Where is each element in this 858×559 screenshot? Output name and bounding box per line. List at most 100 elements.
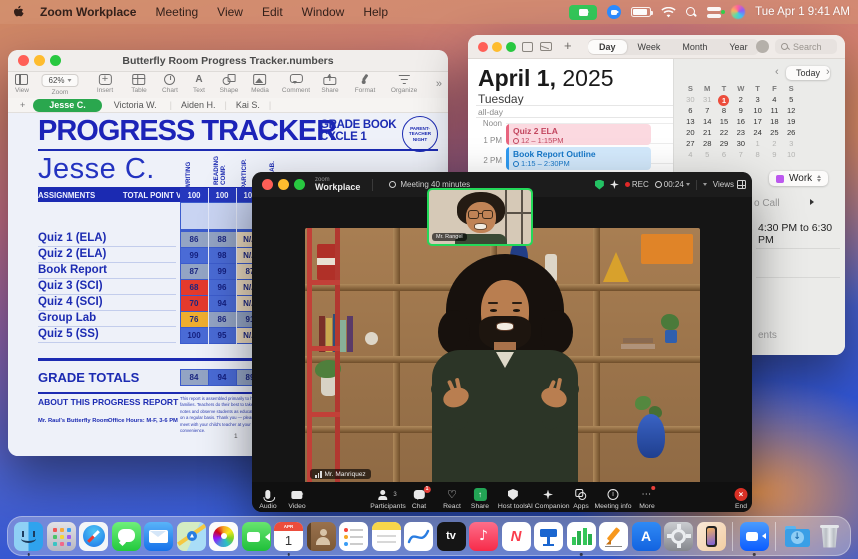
prev-day-button[interactable]: ‹ [775, 66, 779, 78]
menu-window[interactable]: Window [302, 5, 345, 19]
participants-button[interactable]: 3 Participants [370, 488, 406, 510]
view-button[interactable]: View [15, 74, 29, 94]
dock-music[interactable]: ♪ [469, 521, 498, 551]
score-cell[interactable]: 100 [180, 328, 208, 343]
dock-freeform[interactable] [404, 521, 433, 551]
apple-menu[interactable] [12, 5, 24, 19]
dock-photos[interactable] [209, 521, 238, 551]
empty-cell[interactable] [208, 203, 236, 229]
tab-jesse[interactable]: Jesse C. [33, 98, 102, 112]
mini-day[interactable]: 9 [766, 150, 783, 161]
mini-day[interactable]: 22 [716, 128, 733, 139]
mini-day[interactable]: 29 [716, 139, 733, 150]
mini-day[interactable]: 16 [732, 117, 749, 128]
mini-day[interactable]: 6 [682, 106, 699, 117]
zoom-status-icon[interactable] [607, 5, 622, 19]
elapsed-time[interactable]: 00:24 [654, 180, 690, 189]
score-cell[interactable]: 98 [208, 248, 236, 263]
mini-day[interactable]: 2 [732, 95, 749, 106]
score-cell[interactable]: 94 [208, 296, 236, 311]
mini-day[interactable]: 9 [732, 106, 749, 117]
mini-day[interactable]: 26 [783, 128, 800, 139]
dock-downloads[interactable]: ↓ [783, 522, 812, 551]
dock-mail[interactable] [144, 521, 173, 551]
menu-edit[interactable]: Edit [262, 5, 283, 19]
dock-appstore[interactable]: A [631, 521, 661, 551]
mini-day[interactable]: 7 [699, 106, 716, 117]
next-day-button[interactable]: › [826, 66, 830, 78]
mini-day[interactable]: 10 [749, 106, 766, 117]
audio-button[interactable]: Audio [259, 488, 277, 510]
total-cell[interactable]: 94 [208, 370, 236, 385]
dock-appletv[interactable]: tv [436, 521, 466, 551]
host-tools-button[interactable]: Host tools [498, 488, 528, 510]
mini-day[interactable]: 6 [716, 150, 733, 161]
close-button[interactable] [18, 55, 29, 66]
dock-news[interactable]: N [501, 521, 531, 551]
video-button[interactable]: Video [288, 488, 306, 510]
ai-companion-button[interactable]: AI Companion [526, 488, 570, 510]
row-name[interactable]: Quiz 2 (ELA) [38, 248, 176, 263]
event-quiz2-ela[interactable]: Quiz 2 ELA 12 – 1:15PM [506, 124, 651, 145]
dock-notes[interactable] [371, 521, 401, 551]
views-button[interactable]: Views [713, 180, 746, 189]
dock-trash[interactable] [815, 522, 844, 551]
battery-icon[interactable] [631, 7, 654, 17]
dock-calendar[interactable]: APR 1 [274, 521, 303, 556]
mini-day[interactable]: 24 [749, 128, 766, 139]
row-name[interactable]: Quiz 1 (ELA) [38, 232, 176, 247]
event-book-report-outline[interactable]: Book Report Outline 1:15 – 2:30PM [506, 147, 651, 170]
row-name[interactable]: Quiz 5 (SS) [38, 328, 176, 343]
add-sheet-button[interactable]: + [20, 100, 25, 110]
menu-meeting[interactable]: Meeting [155, 5, 198, 19]
dock-launchpad[interactable] [46, 521, 76, 551]
row-name[interactable]: Book Report [38, 264, 176, 279]
mini-day[interactable]: 3 [783, 139, 800, 150]
dock-safari[interactable] [79, 521, 108, 551]
total-cell[interactable]: 84 [180, 370, 208, 385]
text-button[interactable]: A Text [193, 74, 206, 94]
tab-year[interactable]: Year [718, 40, 758, 54]
score-cell[interactable]: 99 [208, 264, 236, 279]
score-cell[interactable]: 99 [180, 248, 208, 263]
row-name[interactable]: Group Lab [38, 312, 176, 327]
menu-help[interactable]: Help [363, 5, 388, 19]
dock-finder[interactable] [14, 521, 43, 556]
mini-day[interactable]: 19 [783, 117, 800, 128]
tab-week[interactable]: Week [627, 40, 672, 54]
toolbar-overflow-chevron[interactable]: » [436, 78, 442, 90]
minimize-button[interactable] [492, 41, 502, 52]
insert-button[interactable]: + Insert [97, 74, 113, 95]
screen-sharing-camera-icon[interactable] [569, 4, 598, 20]
media-button[interactable]: Media [251, 74, 269, 94]
table-button[interactable]: Table [131, 74, 147, 94]
score-cell[interactable]: 86 [208, 312, 236, 327]
organize-button[interactable]: Organize [391, 74, 417, 94]
dock-settings[interactable] [664, 521, 693, 551]
mini-day[interactable]: 20 [682, 128, 699, 139]
mini-day[interactable]: 15 [716, 117, 733, 128]
mini-day[interactable]: 30 [682, 95, 699, 106]
zoom-level-button[interactable]: 62% Zoom [41, 74, 79, 96]
dock-messages[interactable] [111, 521, 141, 551]
mini-day-today[interactable]: 1 [718, 95, 730, 106]
comment-button[interactable]: Comment [282, 74, 310, 94]
mini-day[interactable]: 4 [766, 95, 783, 106]
mini-day[interactable]: 5 [783, 95, 800, 106]
dock-zoom[interactable] [739, 521, 769, 556]
dock-facetime[interactable] [241, 521, 271, 551]
score-cell[interactable]: 76 [180, 312, 208, 327]
mini-day[interactable]: 5 [699, 150, 716, 161]
mini-day[interactable]: 2 [766, 139, 783, 150]
share-button[interactable]: ↑ Share [471, 488, 489, 510]
fullscreen-button[interactable] [294, 179, 305, 190]
dock-keynote[interactable] [534, 521, 563, 551]
dock-numbers[interactable] [566, 521, 596, 556]
calendar-group-select[interactable]: Work [769, 171, 829, 186]
chart-button[interactable]: Chart [162, 74, 178, 94]
fullscreen-button[interactable] [50, 55, 61, 66]
format-button[interactable]: Format [355, 73, 375, 94]
tab-kai[interactable]: Kai S. [236, 100, 260, 110]
react-button[interactable]: ♡ React [443, 488, 461, 510]
tab-victoria[interactable]: Victoria W. [114, 100, 157, 110]
